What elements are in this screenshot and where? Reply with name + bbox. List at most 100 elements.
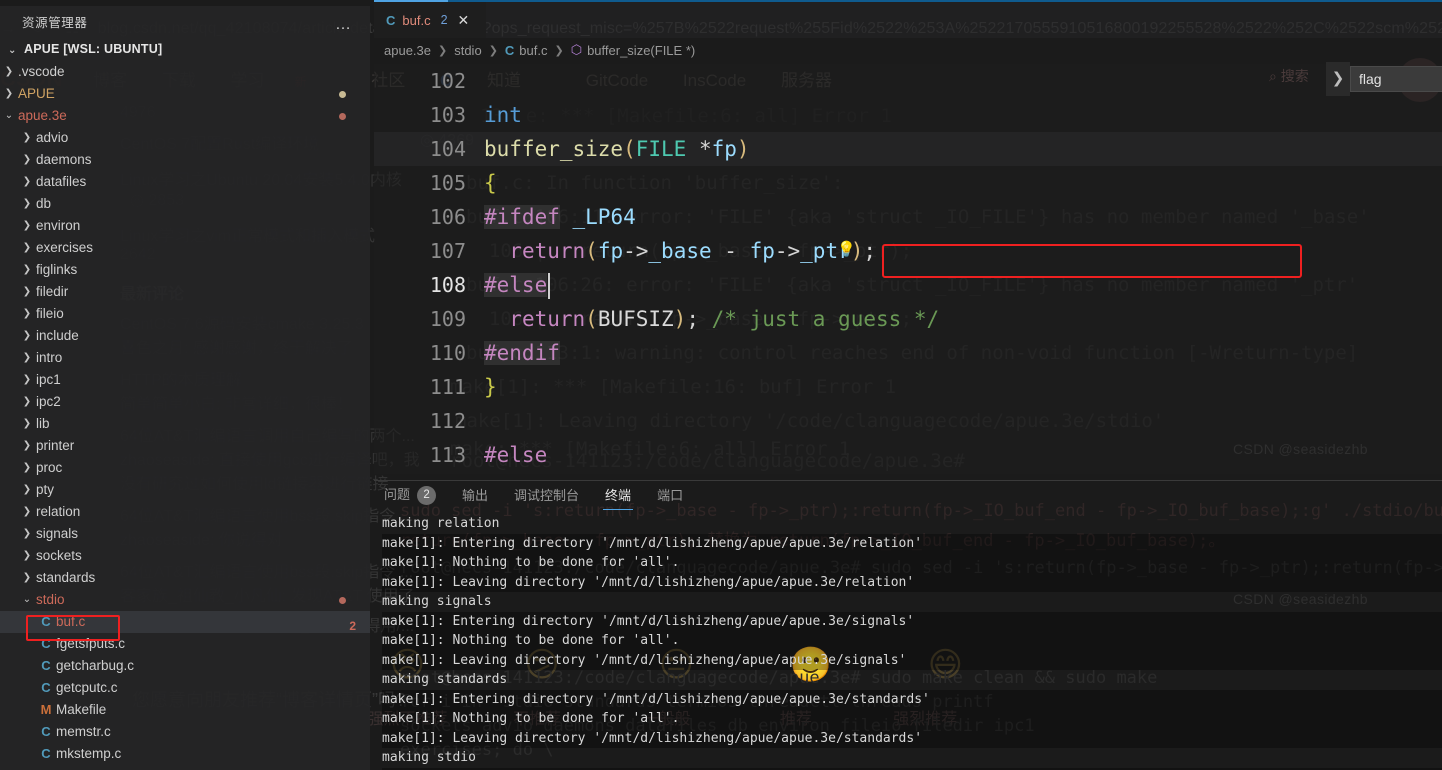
tree-item-label: datafiles [36, 174, 87, 189]
tree-item-getcharbug-c[interactable]: Cgetcharbug.c [0, 655, 370, 677]
chevron-right-icon: ❯ [22, 528, 32, 539]
tree-item-memstr-c[interactable]: Cmemstr.c [0, 721, 370, 743]
panel-tab-badge: 2 [417, 486, 437, 506]
lightbulb-quickfix-icon[interactable]: 💡 [837, 240, 856, 260]
code-line-110[interactable]: 110 #endif [374, 336, 1442, 370]
panel-tab-调试控制台[interactable]: 调试控制台 [512, 481, 581, 510]
search-input[interactable]: flag [1350, 66, 1442, 92]
code-line-105[interactable]: 105 { [374, 166, 1442, 200]
tree-item-fgetsfputs-c[interactable]: Cfgetsfputs.c [0, 633, 370, 655]
code-token: ) [736, 137, 750, 161]
status-dot [339, 91, 346, 98]
breadcrumb-item-symbol[interactable]: buffer_size(FILE *) [587, 43, 695, 58]
tree-item-environ[interactable]: ❯ environ [0, 215, 370, 237]
code-editor[interactable]: 102 103 int 104 buffer_size(FILE *fp) 105{106… [374, 64, 1442, 474]
tree-item-signals[interactable]: ❯ signals [0, 523, 370, 545]
code-token: fp [749, 239, 775, 263]
tree-item-lib[interactable]: ❯ lib [0, 413, 370, 435]
tree-item-relation[interactable]: ❯ relation [0, 501, 370, 523]
tree-item-label: getcharbug.c [56, 658, 135, 673]
chevron-right-icon: ❯ [438, 44, 448, 57]
bottom-panel: 问题 2 输出 调试控制台 终端 端口 making relation make[1]: E… [374, 480, 1442, 770]
panel-tab-label: 输出 [462, 488, 489, 503]
close-icon[interactable]: ✕ [458, 12, 470, 29]
code-line-103[interactable]: 103 int [374, 98, 1442, 132]
code-token: #ifdef [484, 205, 560, 229]
tree-item-intro[interactable]: ❯ intro [0, 347, 370, 369]
tree-item-pty[interactable]: ❯ pty [0, 479, 370, 501]
panel-tab-端口[interactable]: 端口 [655, 481, 685, 510]
tree-item-apue-3e[interactable]: ⌄ apue.3e [0, 105, 370, 127]
breadcrumb-item-bufc[interactable]: buf.c [519, 43, 547, 58]
breadcrumb-item-stdio[interactable]: stdio [454, 43, 481, 58]
panel-tab-输出[interactable]: 输出 [460, 481, 490, 510]
tree-item-db[interactable]: ❯ db [0, 193, 370, 215]
code-line-108[interactable]: 108 #else [374, 268, 1442, 302]
code-token: int [484, 103, 522, 127]
terminal-line: make[1]: Nothing to be done for 'all'. [382, 631, 1442, 651]
c-file-icon: C [41, 636, 51, 651]
code-line-112[interactable]: 112 [374, 404, 1442, 438]
chevron-right-icon: ❯ [22, 154, 32, 165]
panel-tab-终端[interactable]: 终端 [603, 481, 634, 510]
tree-item-daemons[interactable]: ❯ daemons [0, 149, 370, 171]
tree-item-ipc1[interactable]: ❯ ipc1 [0, 369, 370, 391]
code-line-104[interactable]: 104 buffer_size(FILE *fp) [374, 132, 1442, 166]
panel-tab-问题[interactable]: 问题 2 [382, 480, 438, 511]
tree-item-fileio[interactable]: ❯ fileio [0, 303, 370, 325]
panel-tab-label: 端口 [657, 488, 684, 503]
code-line-111[interactable]: 111} [374, 370, 1442, 404]
tree-item-filedir[interactable]: ❯ filedir [0, 281, 370, 303]
tree-item-getcputc-c[interactable]: Cgetcputc.c [0, 677, 370, 699]
terminal-line: make[1]: Leaving directory '/mnt/d/lishi… [382, 572, 1442, 592]
code-token: ) [673, 307, 687, 331]
code-line-content: return(BUFSIZ); /* just a guess */ [484, 302, 939, 336]
code-token: -> [623, 239, 649, 263]
explorer-more-icon[interactable]: … [335, 8, 352, 42]
explorer-title-label: 资源管理器 [22, 16, 88, 30]
terminal-output[interactable]: making relation make[1]: Entering directo… [382, 514, 1442, 770]
code-line-113[interactable]: 113 #else [374, 438, 1442, 472]
editor-tab-buf-c[interactable]: C buf.c 2 ✕ [374, 2, 486, 38]
chevron-right-icon[interactable]: ❯ [1326, 62, 1350, 96]
tree-item-advio[interactable]: ❯ advio [0, 127, 370, 149]
tree-item-label: intro [36, 350, 63, 365]
chevron-down-icon: ⌄ [22, 594, 32, 605]
line-number: 111 [429, 375, 466, 399]
tree-item-mkstemp-c[interactable]: Cmkstemp.c [0, 743, 370, 765]
tree-item-label: apue.3e [18, 108, 67, 123]
code-token: * [686, 137, 712, 161]
terminal-line: making standards [382, 672, 508, 687]
workspace-root-row[interactable]: ⌄ APUE [WSL: UBUNTU] [0, 38, 370, 61]
tree-item-datafiles[interactable]: ❯ datafiles [0, 171, 370, 193]
tree-item-stdio[interactable]: ⌄ stdio [0, 589, 370, 611]
tree-item-figlinks[interactable]: ❯ figlinks [0, 259, 370, 281]
code-line-106[interactable]: 106 #ifdef _LP64 [374, 200, 1442, 234]
tree-item-buf-c[interactable]: Cbuf.c 2 [0, 611, 370, 633]
tree-item-include[interactable]: ❯ include [0, 325, 370, 347]
code-line-107[interactable]: 107 return(fp->_base - fp->_ptr); [374, 234, 1442, 268]
tree-item--vscode[interactable]: ❯ .vscode [0, 61, 370, 83]
tree-item-standards[interactable]: ❯ standards [0, 567, 370, 589]
tree-item-apue[interactable]: ❯ APUE [0, 83, 370, 105]
tree-item-printer[interactable]: ❯ printer [0, 435, 370, 457]
chevron-right-icon: ❯ [22, 418, 32, 429]
tree-item-ipc2[interactable]: ❯ ipc2 [0, 391, 370, 413]
terminal-line: make[1]: Leaving directory '/mnt/d/lishi… [382, 728, 1442, 748]
code-token: ; [863, 239, 877, 263]
code-token: FILE [635, 137, 687, 161]
tree-item-makefile[interactable]: M Makefile [0, 699, 370, 721]
line-number: 106 [429, 205, 466, 229]
line-number: 105 [429, 171, 466, 195]
tree-item-exercises[interactable]: ❯ exercises [0, 237, 370, 259]
code-line-content: int [484, 98, 522, 132]
breadcrumb-item-apue3e[interactable]: apue.3e [384, 43, 431, 58]
chevron-right-icon: ❯ [22, 484, 32, 495]
tree-item-label: environ [36, 218, 81, 233]
code-line-109[interactable]: 109 return(BUFSIZ); /* just a guess */ [374, 302, 1442, 336]
tree-item-sockets[interactable]: ❯ sockets [0, 545, 370, 567]
tree-item-label: Makefile [56, 702, 107, 717]
code-token: { [484, 171, 497, 195]
tree-item-proc[interactable]: ❯ proc [0, 457, 370, 479]
c-file-icon: C [386, 12, 396, 28]
